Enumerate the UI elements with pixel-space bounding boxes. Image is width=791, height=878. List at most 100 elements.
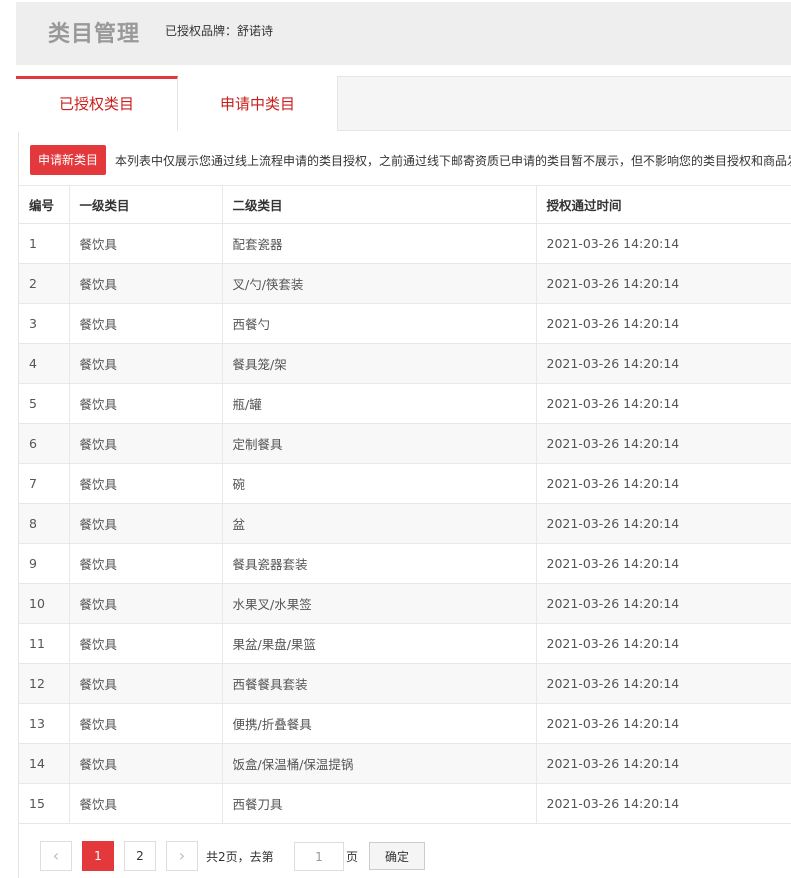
cell-id: 12 xyxy=(19,663,69,704)
cell-secondary-category: 瓶/罐 xyxy=(221,383,536,424)
table-row: 8 餐饮具盆 2021-03-26 14:20:14 xyxy=(19,503,791,544)
cell-approval-time: 2021-03-26 14:20:14 xyxy=(535,783,791,824)
table-row: 5 餐饮具 瓶/罐 2021-03-26 14:20:14 xyxy=(19,383,791,424)
cell-primary-category: 餐饮具 xyxy=(68,343,222,384)
cell-approval-time: 2021-03-26 14:20:14 xyxy=(535,303,791,344)
cell-id: 9 xyxy=(19,543,69,584)
cell-id: 15 xyxy=(19,783,69,824)
table-row: 3 餐饮具 西餐勺 2021-03-26 14:20:14 xyxy=(19,303,791,344)
authorized-brand-label: 已授权品牌：舒诺诗 xyxy=(165,24,274,38)
cell-approval-time: 2021-03-26 14:20:14 xyxy=(535,703,791,744)
cell-primary-category: 餐饮具 xyxy=(68,743,222,784)
page-header: 类目管理 已授权品牌：舒诺诗 xyxy=(16,2,791,65)
cell-approval-time: 2021-03-26 14:20:14 xyxy=(535,463,791,504)
cell-secondary-category: 餐具瓷器套装 xyxy=(221,543,536,584)
table-row: 7 餐饮具碗 2021-03-26 14:20:14 xyxy=(19,463,791,504)
column-header-primary-category: 一级类目 xyxy=(68,185,222,224)
cell-secondary-category: 餐具笼/架 xyxy=(221,343,536,384)
cell-approval-time: 2021-03-26 14:20:14 xyxy=(535,543,791,584)
table-row: 12 餐饮具 西餐餐具套装 2021-03-26 14:20:14 xyxy=(19,663,791,704)
cell-approval-time: 2021-03-26 14:20:14 xyxy=(535,623,791,664)
cell-secondary-category: 西餐刀具 xyxy=(221,783,536,824)
cell-secondary-category: 水果叉/水果签 xyxy=(221,583,536,624)
cell-approval-time: 2021-03-26 14:20:14 xyxy=(535,223,791,264)
cell-secondary-category: 西餐勺 xyxy=(221,303,536,344)
cell-id: 7 xyxy=(19,463,69,504)
cell-secondary-category: 饭盒/保温桶/保温提锅 xyxy=(221,743,536,784)
table-body: 1 餐饮具 配套瓷器 2021-03-26 14:20:14 2 餐饮具 叉/勺/筷套装 20… xyxy=(19,223,791,824)
cell-primary-category: 餐饮具 xyxy=(68,503,222,544)
table-row: 10 餐饮具 水果叉/水果签 2021-03-26 14:20:14 xyxy=(19,583,791,624)
apply-new-category-button[interactable]: 申请新类目 xyxy=(30,145,107,175)
page-title: 类目管理 xyxy=(48,22,141,47)
tab-bar: 已授权类目 申请中类目 xyxy=(16,76,791,131)
notice-text: 本列表中仅展示您通过线上流程申请的类目授权，之前通过线下邮寄资质已申请的类目暂不… xyxy=(115,154,791,168)
cell-primary-category: 餐饮具 xyxy=(68,543,222,584)
cell-approval-time: 2021-03-26 14:20:14 xyxy=(535,663,791,704)
table-row: 13 餐饮具 便携/折叠餐具 2021-03-26 14:20:14 xyxy=(19,703,791,744)
cell-primary-category: 餐饮具 xyxy=(68,623,222,664)
table-header-row: 编号 一级类目 二级类目 授权通过时间 xyxy=(19,185,791,224)
cell-approval-time: 2021-03-26 14:20:14 xyxy=(535,383,791,424)
cell-secondary-category: 便携/折叠餐具 xyxy=(221,703,536,744)
table-row: 4 餐饮具 餐具笼/架 2021-03-26 14:20:14 xyxy=(19,343,791,384)
cell-id: 3 xyxy=(19,303,69,344)
cell-id: 4 xyxy=(19,343,69,384)
page: 类目管理 已授权品牌：舒诺诗 已授权类目 申请中类目 申请新类目 本列表中仅展示… xyxy=(0,0,791,878)
cell-secondary-category: 果盆/果盘/果篮 xyxy=(221,623,536,664)
column-header-approval-time: 授权通过时间 xyxy=(535,185,791,224)
cell-id: 5 xyxy=(19,383,69,424)
cell-primary-category: 餐饮具 xyxy=(68,223,222,264)
table-row: 15 餐饮具 西餐刀具 2021-03-26 14:20:14 xyxy=(19,783,791,824)
cell-secondary-category: 盆 xyxy=(221,503,536,544)
cell-id: 10 xyxy=(19,583,69,624)
page-button-2[interactable]: 2 xyxy=(124,841,156,871)
table-row: 9 餐饮具 餐具瓷器套装 2021-03-26 14:20:14 xyxy=(19,543,791,584)
tab-authorized-categories[interactable]: 已授权类目 xyxy=(16,76,178,131)
cell-id: 14 xyxy=(19,743,69,784)
next-page-icon[interactable]: › xyxy=(166,841,198,871)
column-header-id: 编号 xyxy=(19,185,69,224)
cell-primary-category: 餐饮具 xyxy=(68,583,222,624)
category-panel: 申请新类目 本列表中仅展示您通过线上流程申请的类目授权，之前通过线下邮寄资质已申… xyxy=(18,132,791,878)
table-row: 1 餐饮具 配套瓷器 2021-03-26 14:20:14 xyxy=(19,223,791,264)
cell-secondary-category: 西餐餐具套装 xyxy=(221,663,536,704)
cell-id: 2 xyxy=(19,263,69,304)
cell-approval-time: 2021-03-26 14:20:14 xyxy=(535,583,791,624)
total-pages-text: 共2页，去第 xyxy=(206,850,274,864)
cell-primary-category: 餐饮具 xyxy=(68,383,222,424)
goto-confirm-button[interactable]: 确定 xyxy=(369,842,425,870)
cell-approval-time: 2021-03-26 14:20:14 xyxy=(535,423,791,464)
cell-primary-category: 餐饮具 xyxy=(68,303,222,344)
page-suffix-text: 页 xyxy=(346,850,359,864)
toolbar: 申请新类目 本列表中仅展示您通过线上流程申请的类目授权，之前通过线下邮寄资质已申… xyxy=(19,142,791,176)
table-row: 6 餐饮具 定制餐具 2021-03-26 14:20:14 xyxy=(19,423,791,464)
cell-primary-category: 餐饮具 xyxy=(68,423,222,464)
table-row: 11 餐饮具 果盆/果盘/果篮 2021-03-26 14:20:14 xyxy=(19,623,791,664)
cell-primary-category: 餐饮具 xyxy=(68,783,222,824)
table-row: 14 餐饮具 饭盒/保温桶/保温提锅 2021-03-26 14:20:14 xyxy=(19,743,791,784)
cell-id: 1 xyxy=(19,223,69,264)
cell-approval-time: 2021-03-26 14:20:14 xyxy=(535,503,791,544)
cell-approval-time: 2021-03-26 14:20:14 xyxy=(535,343,791,384)
cell-id: 11 xyxy=(19,623,69,664)
cell-secondary-category: 配套瓷器 xyxy=(221,223,536,264)
category-table: 编号 一级类目 二级类目 授权通过时间 1 餐饮具 配套瓷器 2021-03-26 1… xyxy=(19,185,791,824)
cell-approval-time: 2021-03-26 14:20:14 xyxy=(535,743,791,784)
cell-secondary-category: 定制餐具 xyxy=(221,423,536,464)
cell-id: 8 xyxy=(19,503,69,544)
cell-secondary-category: 叉/勺/筷套装 xyxy=(221,263,536,304)
cell-primary-category: 餐饮具 xyxy=(68,663,222,704)
prev-page-icon[interactable]: ‹ xyxy=(40,841,72,871)
cell-primary-category: 餐饮具 xyxy=(68,263,222,304)
tab-pending-categories[interactable]: 申请中类目 xyxy=(178,76,338,131)
cell-id: 13 xyxy=(19,703,69,744)
goto-page-input[interactable] xyxy=(294,842,344,871)
cell-primary-category: 餐饮具 xyxy=(68,703,222,744)
table-row: 2 餐饮具 叉/勺/筷套装 2021-03-26 14:20:14 xyxy=(19,263,791,304)
column-header-secondary-category: 二级类目 xyxy=(221,185,536,224)
cell-secondary-category: 碗 xyxy=(221,463,536,504)
cell-id: 6 xyxy=(19,423,69,464)
page-button-1[interactable]: 1 xyxy=(82,841,114,871)
cell-primary-category: 餐饮具 xyxy=(68,463,222,504)
